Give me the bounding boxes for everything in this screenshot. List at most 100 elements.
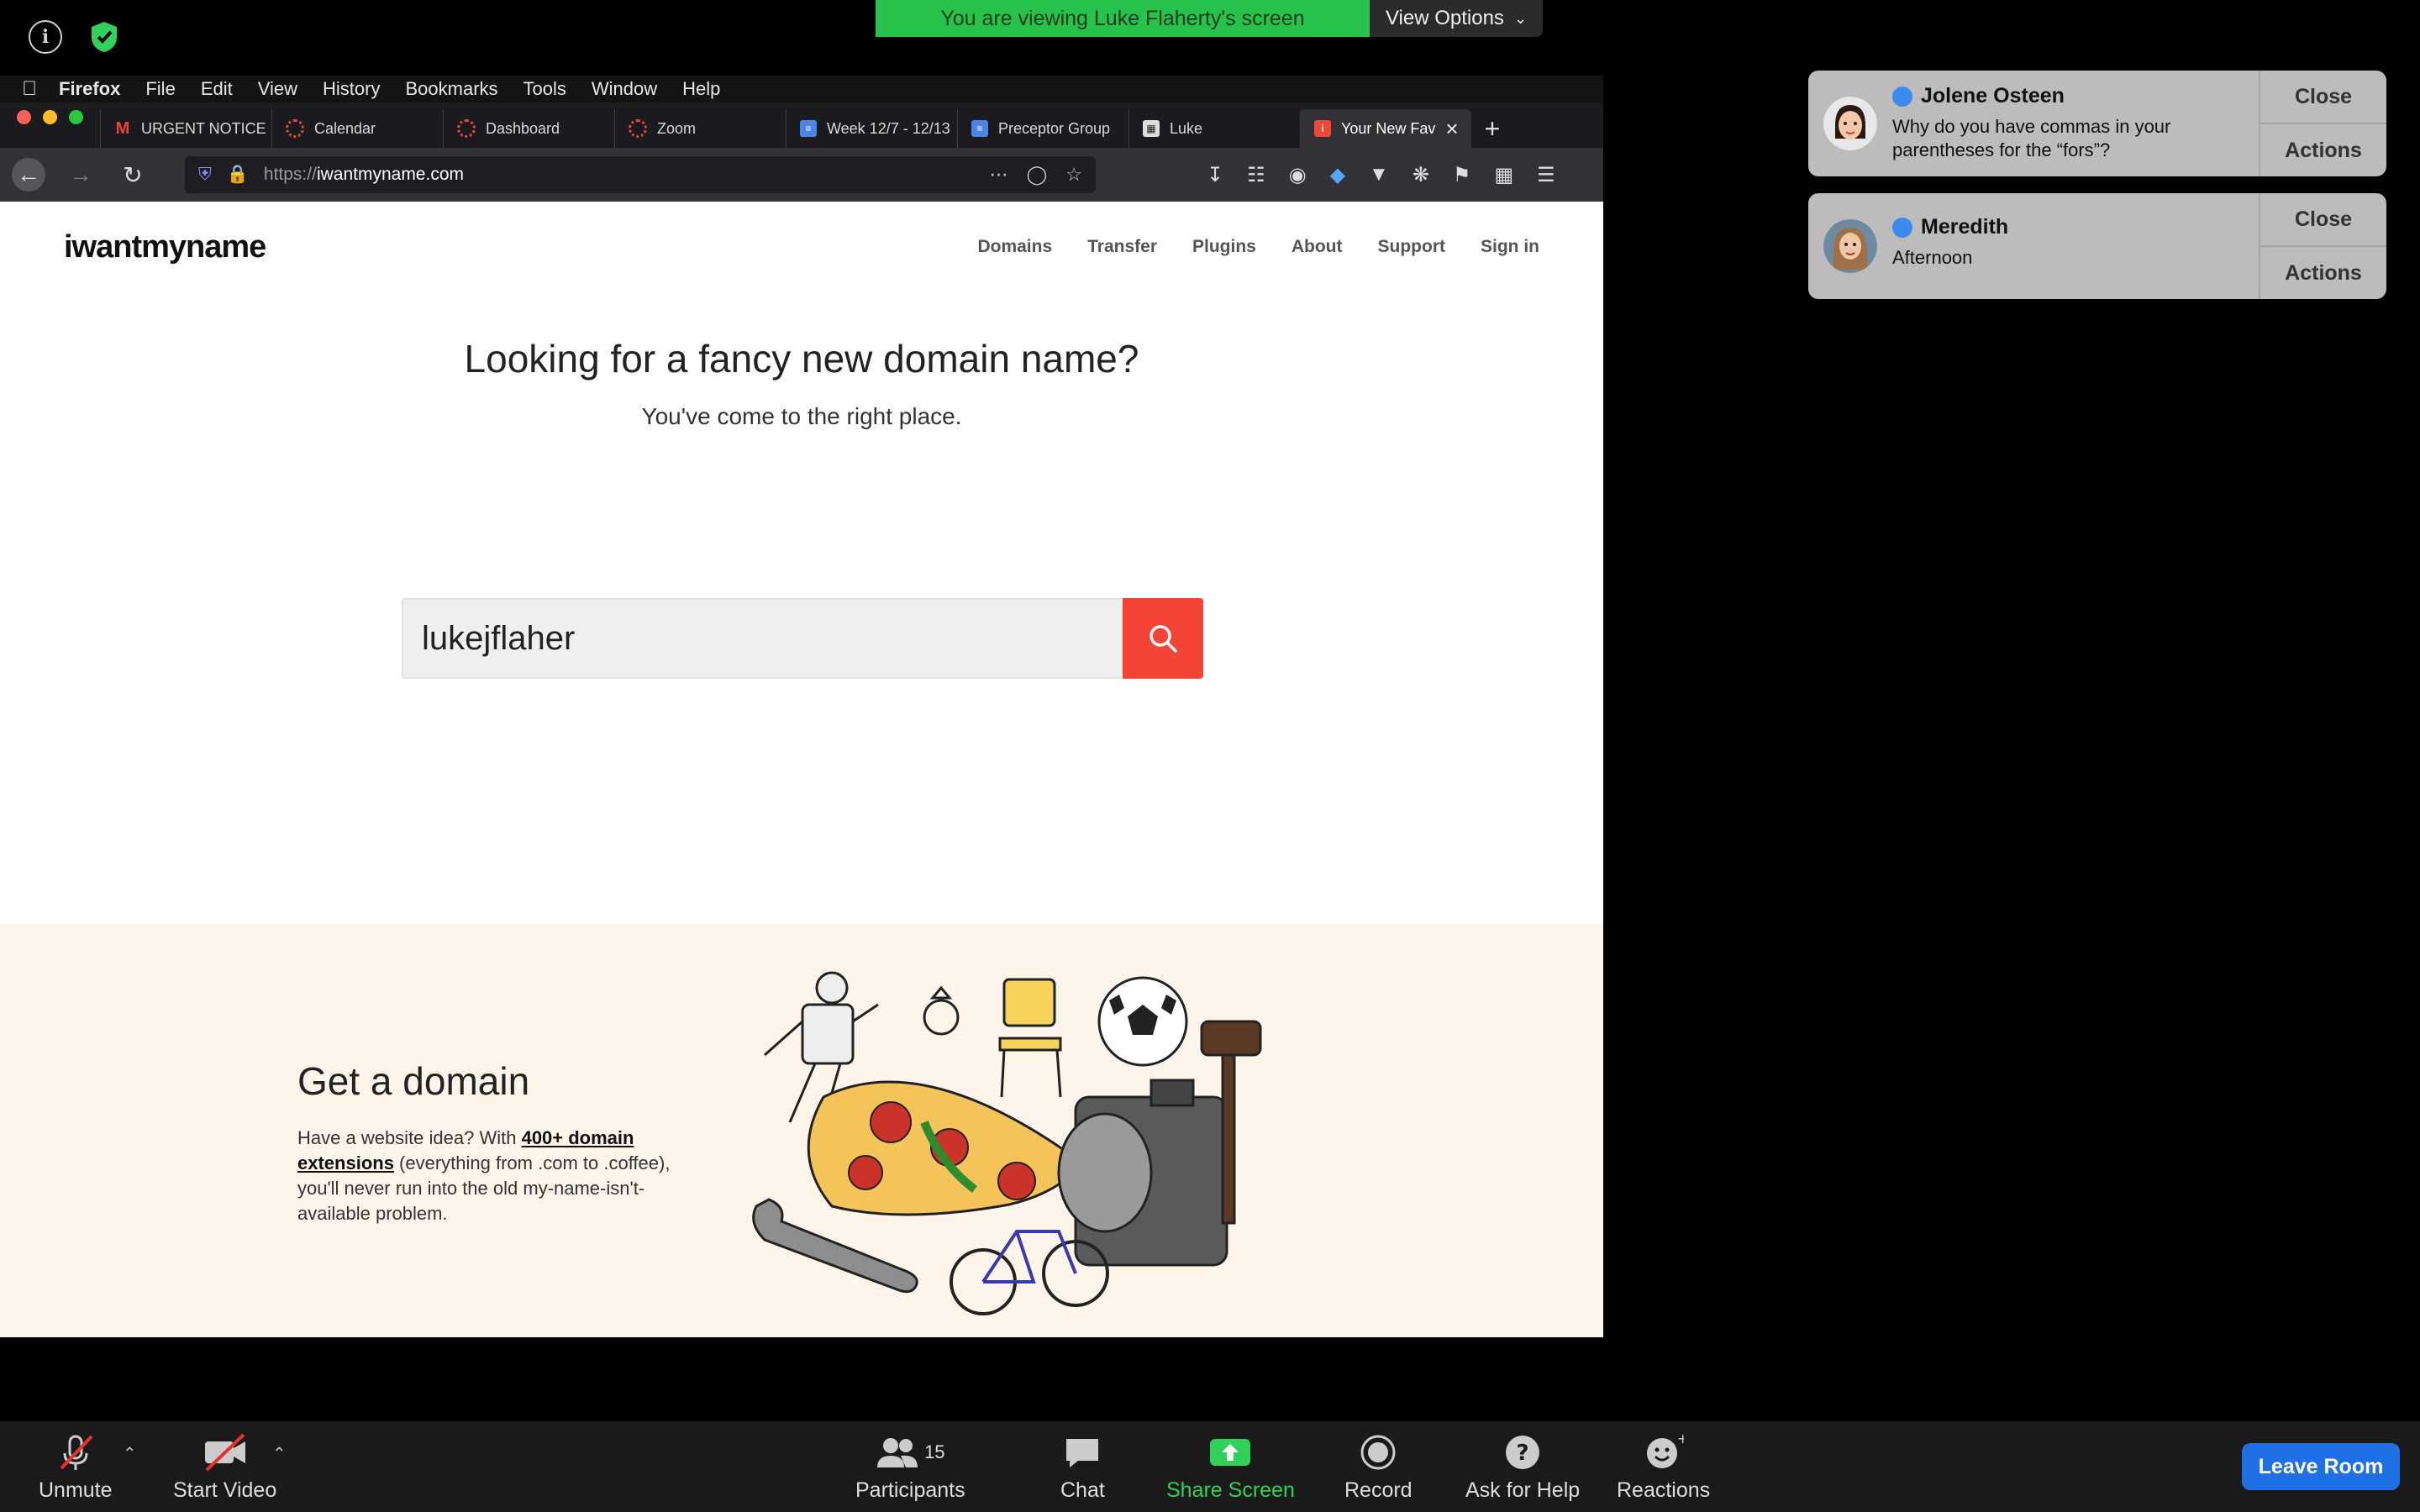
minimize-window-button[interactable]: [43, 109, 57, 124]
tab-zoom[interactable]: Zoom: [614, 109, 786, 148]
audio-options-caret[interactable]: ⌃: [123, 1443, 137, 1464]
new-tab-button[interactable]: +: [1471, 109, 1513, 148]
tab-label: Luke: [1170, 119, 1203, 137]
share-screen-icon: [1208, 1431, 1252, 1473]
gmail-icon: M: [115, 118, 130, 138]
library-icon[interactable]: ☷: [1247, 163, 1265, 187]
notification-sender: Meredith: [1892, 215, 2259, 239]
actions-button[interactable]: Actions: [2260, 247, 2386, 299]
menu-view[interactable]: View: [258, 78, 297, 100]
hamburger-menu-icon[interactable]: ☰: [1537, 163, 1555, 187]
reactions-button[interactable]: + Reactions: [1617, 1431, 1710, 1503]
notification-sender: Jolene Osteen: [1892, 84, 2259, 108]
nav-sign-in[interactable]: Sign in: [1481, 237, 1539, 257]
menu-firefox[interactable]: Firefox: [59, 78, 120, 100]
smiley-icon: +: [1644, 1431, 1684, 1473]
menu-bookmarks[interactable]: Bookmarks: [405, 78, 497, 100]
ask-for-help-button[interactable]: ? Ask for Help: [1465, 1431, 1580, 1503]
tab-week[interactable]: ≡ Week 12/7 - 12/13: [786, 109, 957, 148]
tab-dashboard[interactable]: Dashboard: [443, 109, 614, 148]
docs-icon: ≡: [800, 120, 817, 137]
close-window-button[interactable]: [17, 109, 31, 124]
url-bar[interactable]: ⛨ 🔒 https://iwantmyname.com ⋯ ◯ ☆: [185, 156, 1096, 193]
tracking-shield-icon[interactable]: ⛨: [198, 165, 212, 185]
share-screen-button[interactable]: Share Screen: [1166, 1431, 1295, 1503]
reload-button[interactable]: ↻: [116, 158, 150, 192]
close-button[interactable]: Close: [2260, 71, 2386, 124]
bookmark-star-icon[interactable]: ☆: [1065, 164, 1082, 186]
tab-calendar[interactable]: Calendar: [271, 109, 443, 148]
svg-text:+: +: [1677, 1433, 1684, 1446]
mac-menu-bar:  Firefox File Edit View History Bookmar…: [0, 76, 1603, 102]
participants-button[interactable]: 15 Participants: [855, 1431, 965, 1503]
record-button[interactable]: Record: [1344, 1431, 1413, 1503]
pizza-illustration-icon: [807, 1080, 1086, 1216]
info-icon[interactable]: i: [29, 20, 62, 54]
forward-button[interactable]: →: [64, 158, 97, 192]
tab-your-new-fav[interactable]: i Your New Fav ×: [1300, 109, 1471, 148]
start-video-button[interactable]: Start Video: [173, 1431, 276, 1503]
hero-subtitle: You've come to the right place.: [641, 403, 962, 429]
notification-meredith[interactable]: Meredith Afternoon Close Actions: [1808, 193, 2386, 299]
help-question-icon: ?: [1504, 1431, 1541, 1473]
extension-gem-icon[interactable]: ◆: [1330, 163, 1345, 187]
back-button[interactable]: ←: [12, 158, 45, 192]
nav-transfer[interactable]: Transfer: [1087, 237, 1157, 257]
shield-check-icon[interactable]: [87, 20, 121, 54]
tab-urgent-notice[interactable]: M URGENT NOTICE: [100, 109, 271, 148]
menu-help[interactable]: Help: [682, 78, 720, 100]
tab-luke[interactable]: ▦ Luke: [1128, 109, 1300, 148]
nav-support[interactable]: Support: [1378, 237, 1445, 257]
avatar: [1823, 97, 1877, 150]
chat-bubble-icon: [1063, 1431, 1102, 1473]
search-icon: [1150, 625, 1177, 653]
menu-tools[interactable]: Tools: [523, 78, 566, 100]
search-button[interactable]: [1123, 598, 1203, 679]
notification-jolene[interactable]: Jolene Osteen Why do you have commas in …: [1808, 71, 2386, 176]
downloads-icon[interactable]: ↧: [1207, 163, 1223, 187]
notification-body: Meredith Afternoon: [1892, 193, 2259, 299]
zoom-window-button[interactable]: [69, 109, 83, 124]
more-icon[interactable]: ⋯: [990, 164, 1008, 186]
get-domain-section: Get a domain Have a website idea? With 4…: [0, 924, 1603, 1337]
nav-about[interactable]: About: [1292, 237, 1343, 257]
chat-button[interactable]: Chat: [1060, 1431, 1105, 1503]
get-domain-description: Have a website idea? With 400+ domain ex…: [297, 1127, 671, 1224]
account-icon[interactable]: ◉: [1289, 163, 1307, 187]
pocket-icon[interactable]: ◯: [1027, 164, 1048, 186]
apple-icon[interactable]: : [0, 77, 59, 101]
close-button[interactable]: Close: [2260, 193, 2386, 247]
actions-button[interactable]: Actions: [2260, 124, 2386, 176]
hero-title: Looking for a fancy new domain name?: [464, 337, 1139, 381]
view-options-label: View Options: [1385, 7, 1504, 29]
nav-plugins[interactable]: Plugins: [1192, 237, 1256, 257]
menu-window[interactable]: Window: [592, 78, 657, 100]
site-logo[interactable]: iwantmyname: [64, 229, 266, 265]
menu-edit[interactable]: Edit: [201, 78, 233, 100]
tab-label: URGENT NOTICE: [141, 119, 266, 137]
menu-history[interactable]: History: [323, 78, 380, 100]
extension-react-icon[interactable]: ❋: [1413, 163, 1429, 187]
extension-v-icon[interactable]: ▼: [1369, 163, 1389, 186]
domain-search-input[interactable]: [402, 598, 1123, 679]
menu-file[interactable]: File: [145, 78, 175, 100]
lock-icon[interactable]: 🔒: [227, 165, 249, 185]
leave-room-button[interactable]: Leave Room: [2242, 1443, 2400, 1490]
video-options-caret[interactable]: ⌃: [272, 1443, 287, 1464]
extensions-grid-icon[interactable]: ▦: [1494, 163, 1513, 187]
close-tab-icon[interactable]: ×: [1445, 116, 1458, 142]
tab-label: Your New Fav: [1341, 119, 1436, 137]
svg-text:?: ?: [1517, 1441, 1529, 1466]
extension-flag-icon[interactable]: ⚑: [1453, 163, 1471, 187]
nav-domains[interactable]: Domains: [977, 237, 1052, 257]
get-domain-title: Get a domain: [297, 1059, 530, 1103]
nav-toolbar: ← → ↻ ⛨ 🔒 https://iwantmyname.com ⋯ ◯ ☆ …: [0, 148, 1603, 202]
muted-microphone-icon: [55, 1431, 97, 1473]
messages-icon: [1892, 217, 1912, 238]
viewing-banner: You are viewing Luke Flaherty's screen: [876, 0, 1370, 37]
unmute-button[interactable]: Unmute: [39, 1431, 113, 1503]
tab-preceptor-group[interactable]: ≡ Preceptor Group: [957, 109, 1128, 148]
iwmn-icon: i: [1314, 120, 1331, 137]
view-options-button[interactable]: View Options ⌄: [1370, 0, 1543, 37]
notification-body: Jolene Osteen Why do you have commas in …: [1892, 71, 2259, 176]
